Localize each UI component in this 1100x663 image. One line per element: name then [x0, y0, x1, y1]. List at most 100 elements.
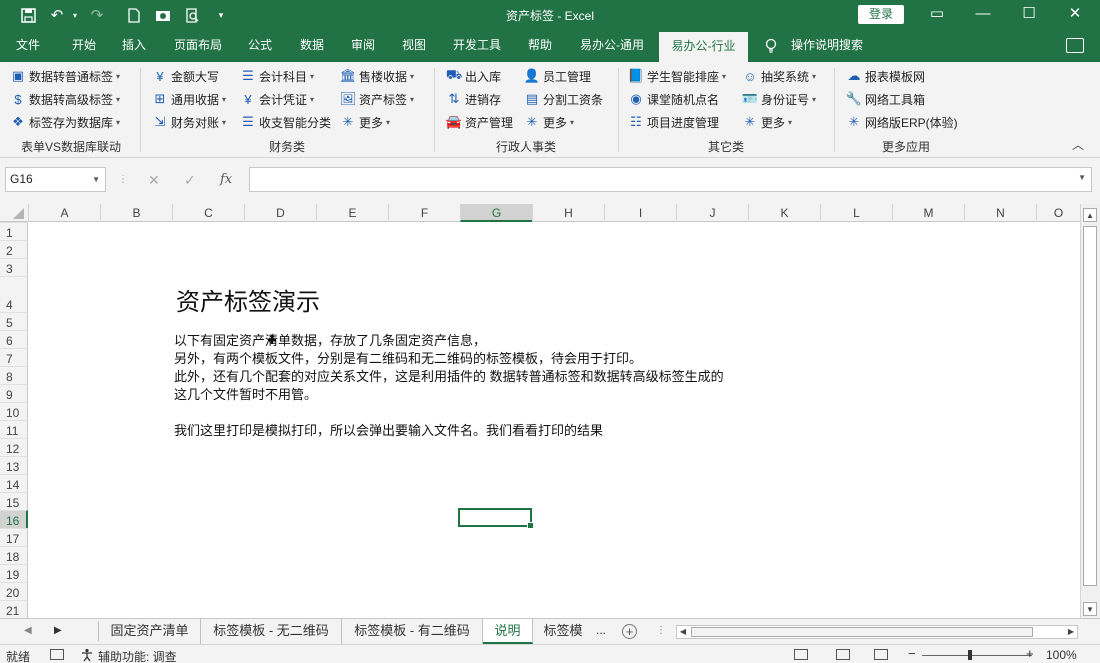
- column-header[interactable]: K: [748, 204, 820, 222]
- row-header[interactable]: 18: [0, 546, 28, 564]
- tab-home[interactable]: 开始: [62, 30, 106, 62]
- data-to-normal-label-button[interactable]: ▣ 数据转普通标签 ▾: [10, 66, 120, 86]
- label-to-database-button[interactable]: ❖ 标签存为数据库 ▾: [10, 112, 120, 132]
- accounting-subject-button[interactable]: ☰ 会计科目 ▾: [240, 66, 314, 86]
- row-header[interactable]: 3: [0, 258, 28, 276]
- sheet-tab-template-with-qr[interactable]: 标签模板 - 有二维码: [342, 619, 483, 644]
- row-header[interactable]: 6: [0, 330, 28, 348]
- horizontal-scroll-thumb[interactable]: [691, 627, 1033, 637]
- property-receipt-button[interactable]: 🏛 售楼收据 ▾: [340, 66, 414, 86]
- column-header-selected[interactable]: G: [460, 204, 532, 222]
- asset-management-button[interactable]: 🚘 资产管理: [446, 112, 513, 132]
- split-payslip-button[interactable]: ▤ 分割工资条: [524, 89, 603, 109]
- active-cell[interactable]: [458, 508, 534, 529]
- ribbon-display-options-icon[interactable]: ▭: [914, 3, 960, 27]
- row-header[interactable]: 21: [0, 600, 28, 618]
- tab-page-layout[interactable]: 页面布局: [164, 30, 232, 62]
- formula-input[interactable]: ▼: [249, 167, 1092, 192]
- column-header[interactable]: B: [100, 204, 172, 222]
- asset-label-button[interactable]: 🖼 资产标签 ▾: [340, 89, 414, 109]
- finance-more-button[interactable]: ✳ 更多 ▾: [340, 112, 390, 132]
- lottery-system-button[interactable]: ☺ 抽奖系统 ▾: [742, 66, 816, 86]
- cancel-icon[interactable]: ✕: [148, 172, 160, 189]
- row-header[interactable]: 20: [0, 582, 28, 600]
- column-header[interactable]: D: [244, 204, 316, 222]
- general-receipt-button[interactable]: ⊞ 通用收据 ▾: [152, 89, 226, 109]
- online-erp-button[interactable]: ✳ 网络版ERP(体验): [846, 112, 958, 132]
- tab-yibangong-industry[interactable]: 易办公-行业: [659, 32, 748, 62]
- row-header[interactable]: 10: [0, 402, 28, 420]
- network-toolbox-button[interactable]: 🔧 网络工具箱: [846, 89, 925, 109]
- tab-formulas[interactable]: 公式: [240, 30, 280, 62]
- more-sheets-icon[interactable]: ...: [596, 623, 606, 637]
- row-header[interactable]: 13: [0, 456, 28, 474]
- column-header[interactable]: H: [532, 204, 604, 222]
- column-header[interactable]: M: [892, 204, 964, 222]
- row-header[interactable]: 12: [0, 438, 28, 456]
- maximize-button[interactable]: ☐: [1006, 3, 1052, 27]
- comment-icon[interactable]: [1066, 38, 1084, 53]
- financial-reconciliation-button[interactable]: ⇲ 财务对账 ▾: [152, 112, 226, 132]
- row-header[interactable]: 9: [0, 384, 28, 402]
- column-header[interactable]: C: [172, 204, 244, 222]
- normal-view-icon[interactable]: [794, 649, 808, 660]
- accounting-voucher-button[interactable]: ¥ 会计凭证 ▾: [240, 89, 314, 109]
- scroll-left-icon[interactable]: ◀: [677, 626, 689, 638]
- next-sheet-icon[interactable]: ▶: [54, 625, 62, 636]
- insert-function-icon[interactable]: fx: [220, 172, 232, 187]
- data-to-advanced-label-button[interactable]: $ 数据转高级标签 ▾: [10, 89, 120, 109]
- name-box[interactable]: G16 ▼: [5, 167, 106, 192]
- tab-view[interactable]: 视图: [392, 30, 436, 62]
- other-more-button[interactable]: ✳ 更多 ▾: [742, 112, 792, 132]
- prev-sheet-icon[interactable]: ◀: [24, 625, 32, 636]
- zoom-level[interactable]: 100%: [1046, 648, 1077, 662]
- row-header[interactable]: 2: [0, 240, 28, 258]
- scroll-right-icon[interactable]: ▶: [1065, 626, 1077, 638]
- sheet-tab-template-truncated[interactable]: 标签模: [533, 619, 593, 644]
- scroll-down-icon[interactable]: ▼: [1083, 602, 1097, 616]
- vertical-scrollbar[interactable]: ▲ ▼: [1080, 204, 1100, 618]
- tell-me-search[interactable]: 操作说明搜索: [786, 30, 868, 62]
- enter-icon[interactable]: ✓: [184, 172, 196, 189]
- row-header-selected[interactable]: 16: [0, 510, 28, 528]
- sheet-tab-template-no-qr[interactable]: 标签模板 - 无二维码: [201, 619, 342, 644]
- employee-management-button[interactable]: 👤 员工管理: [524, 66, 591, 86]
- row-header[interactable]: 1: [0, 222, 28, 240]
- page-break-view-icon[interactable]: [874, 649, 888, 660]
- column-header[interactable]: L: [820, 204, 892, 222]
- scroll-thumb[interactable]: [1083, 226, 1097, 586]
- tab-help[interactable]: 帮助: [518, 30, 562, 62]
- collapse-ribbon-icon[interactable]: ︿: [1072, 136, 1084, 153]
- inventory-button[interactable]: ⇅ 进销存: [446, 89, 501, 109]
- select-all-corner[interactable]: [0, 204, 28, 222]
- column-header[interactable]: O: [1036, 204, 1080, 222]
- tab-data[interactable]: 数据: [290, 30, 334, 62]
- page-layout-view-icon[interactable]: [836, 649, 850, 660]
- column-header[interactable]: J: [676, 204, 748, 222]
- worksheet-grid[interactable]: 资产标签演示 以下有固定资产清单数据，存放了几条固定资产信息， 另外，有两个模板…: [28, 222, 1080, 618]
- row-header[interactable]: 7: [0, 348, 28, 366]
- amount-uppercase-button[interactable]: ¥ 金额大写: [152, 66, 219, 86]
- zoom-slider[interactable]: [922, 655, 1032, 656]
- income-expense-classify-button[interactable]: ☰ 收支智能分类: [240, 112, 331, 132]
- close-button[interactable]: ✕: [1052, 3, 1098, 27]
- admin-more-button[interactable]: ✳ 更多 ▾: [524, 112, 574, 132]
- tab-file[interactable]: 文件: [8, 30, 48, 62]
- row-header[interactable]: 19: [0, 564, 28, 582]
- column-header[interactable]: A: [28, 204, 100, 222]
- column-header[interactable]: N: [964, 204, 1036, 222]
- add-sheet-icon[interactable]: +: [622, 624, 637, 639]
- split-handle-icon[interactable]: ⋮: [656, 625, 666, 636]
- column-header[interactable]: E: [316, 204, 388, 222]
- expand-formula-icon[interactable]: ▼: [1078, 173, 1086, 182]
- column-header[interactable]: F: [388, 204, 460, 222]
- horizontal-scrollbar[interactable]: ◀ ▶: [676, 625, 1078, 639]
- student-seating-button[interactable]: 📘 学生智能排座 ▾: [628, 66, 726, 86]
- row-header[interactable]: 11: [0, 420, 28, 438]
- random-rollcall-button[interactable]: ◉ 课堂随机点名: [628, 89, 719, 109]
- row-header[interactable]: 14: [0, 474, 28, 492]
- row-header[interactable]: 4: [0, 276, 28, 312]
- tab-developer[interactable]: 开发工具: [444, 30, 510, 62]
- sheet-tab-instructions[interactable]: 说明: [483, 619, 533, 644]
- row-header[interactable]: 15: [0, 492, 28, 510]
